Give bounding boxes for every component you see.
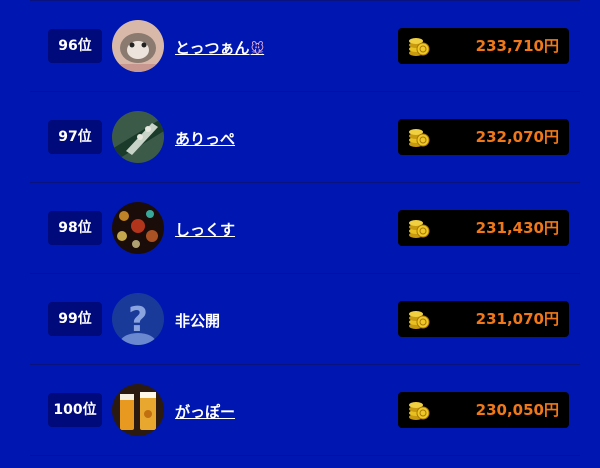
mouse-icon: 🐭 <box>250 42 265 57</box>
amount-value: 232,070円 <box>475 128 559 146</box>
ranking-row: 100位 がっぽー 230,050円 <box>30 365 580 456</box>
avatar[interactable] <box>112 202 164 254</box>
avatar[interactable] <box>112 111 164 163</box>
amount-value: 231,070円 <box>475 310 559 328</box>
rank-badge: 97位 <box>48 120 102 154</box>
amount-value: 230,050円 <box>475 401 559 419</box>
svg-text:?: ? <box>128 300 148 340</box>
ranking-row: 96位 とっつぁん🐭 233,710円 <box>30 1 580 92</box>
coin-stack-icon <box>408 399 430 425</box>
rank-badge: 96位 <box>48 29 102 63</box>
question-icon: ? <box>112 293 164 345</box>
coin-stack-icon <box>408 126 430 152</box>
amount-box: 231,430円 <box>398 210 569 246</box>
rank-badge: 100位 <box>48 393 102 427</box>
amount-box: 231,070円 <box>398 301 569 337</box>
user-name-link[interactable]: しっくす <box>175 219 235 240</box>
user-name-link[interactable]: とっつぁん🐭 <box>175 37 264 58</box>
amount-box: 232,070円 <box>398 119 569 155</box>
user-name-private: 非公開 <box>175 312 221 330</box>
rank-badge: 98位 <box>48 211 102 245</box>
ranking-row: 97位 ありっぺ 232,070円 <box>30 92 580 183</box>
avatar[interactable] <box>112 384 164 436</box>
amount-box: 230,050円 <box>398 392 569 428</box>
ranking-row: 98位 しっくす 231,430円 <box>30 183 580 274</box>
amount-value: 233,710円 <box>475 37 559 55</box>
user-name-link[interactable]: ありっぺ <box>175 128 235 149</box>
amount-box: 233,710円 <box>398 28 569 64</box>
user-name-link[interactable]: がっぽー <box>175 401 235 422</box>
avatar[interactable] <box>112 20 164 72</box>
rank-badge: 99位 <box>48 302 102 336</box>
amount-value: 231,430円 <box>475 219 559 237</box>
coin-stack-icon <box>408 217 430 243</box>
ranking-row: 99位 ? 非公開 231,070円 <box>30 274 580 365</box>
coin-stack-icon <box>408 35 430 61</box>
coin-stack-icon <box>408 308 430 334</box>
